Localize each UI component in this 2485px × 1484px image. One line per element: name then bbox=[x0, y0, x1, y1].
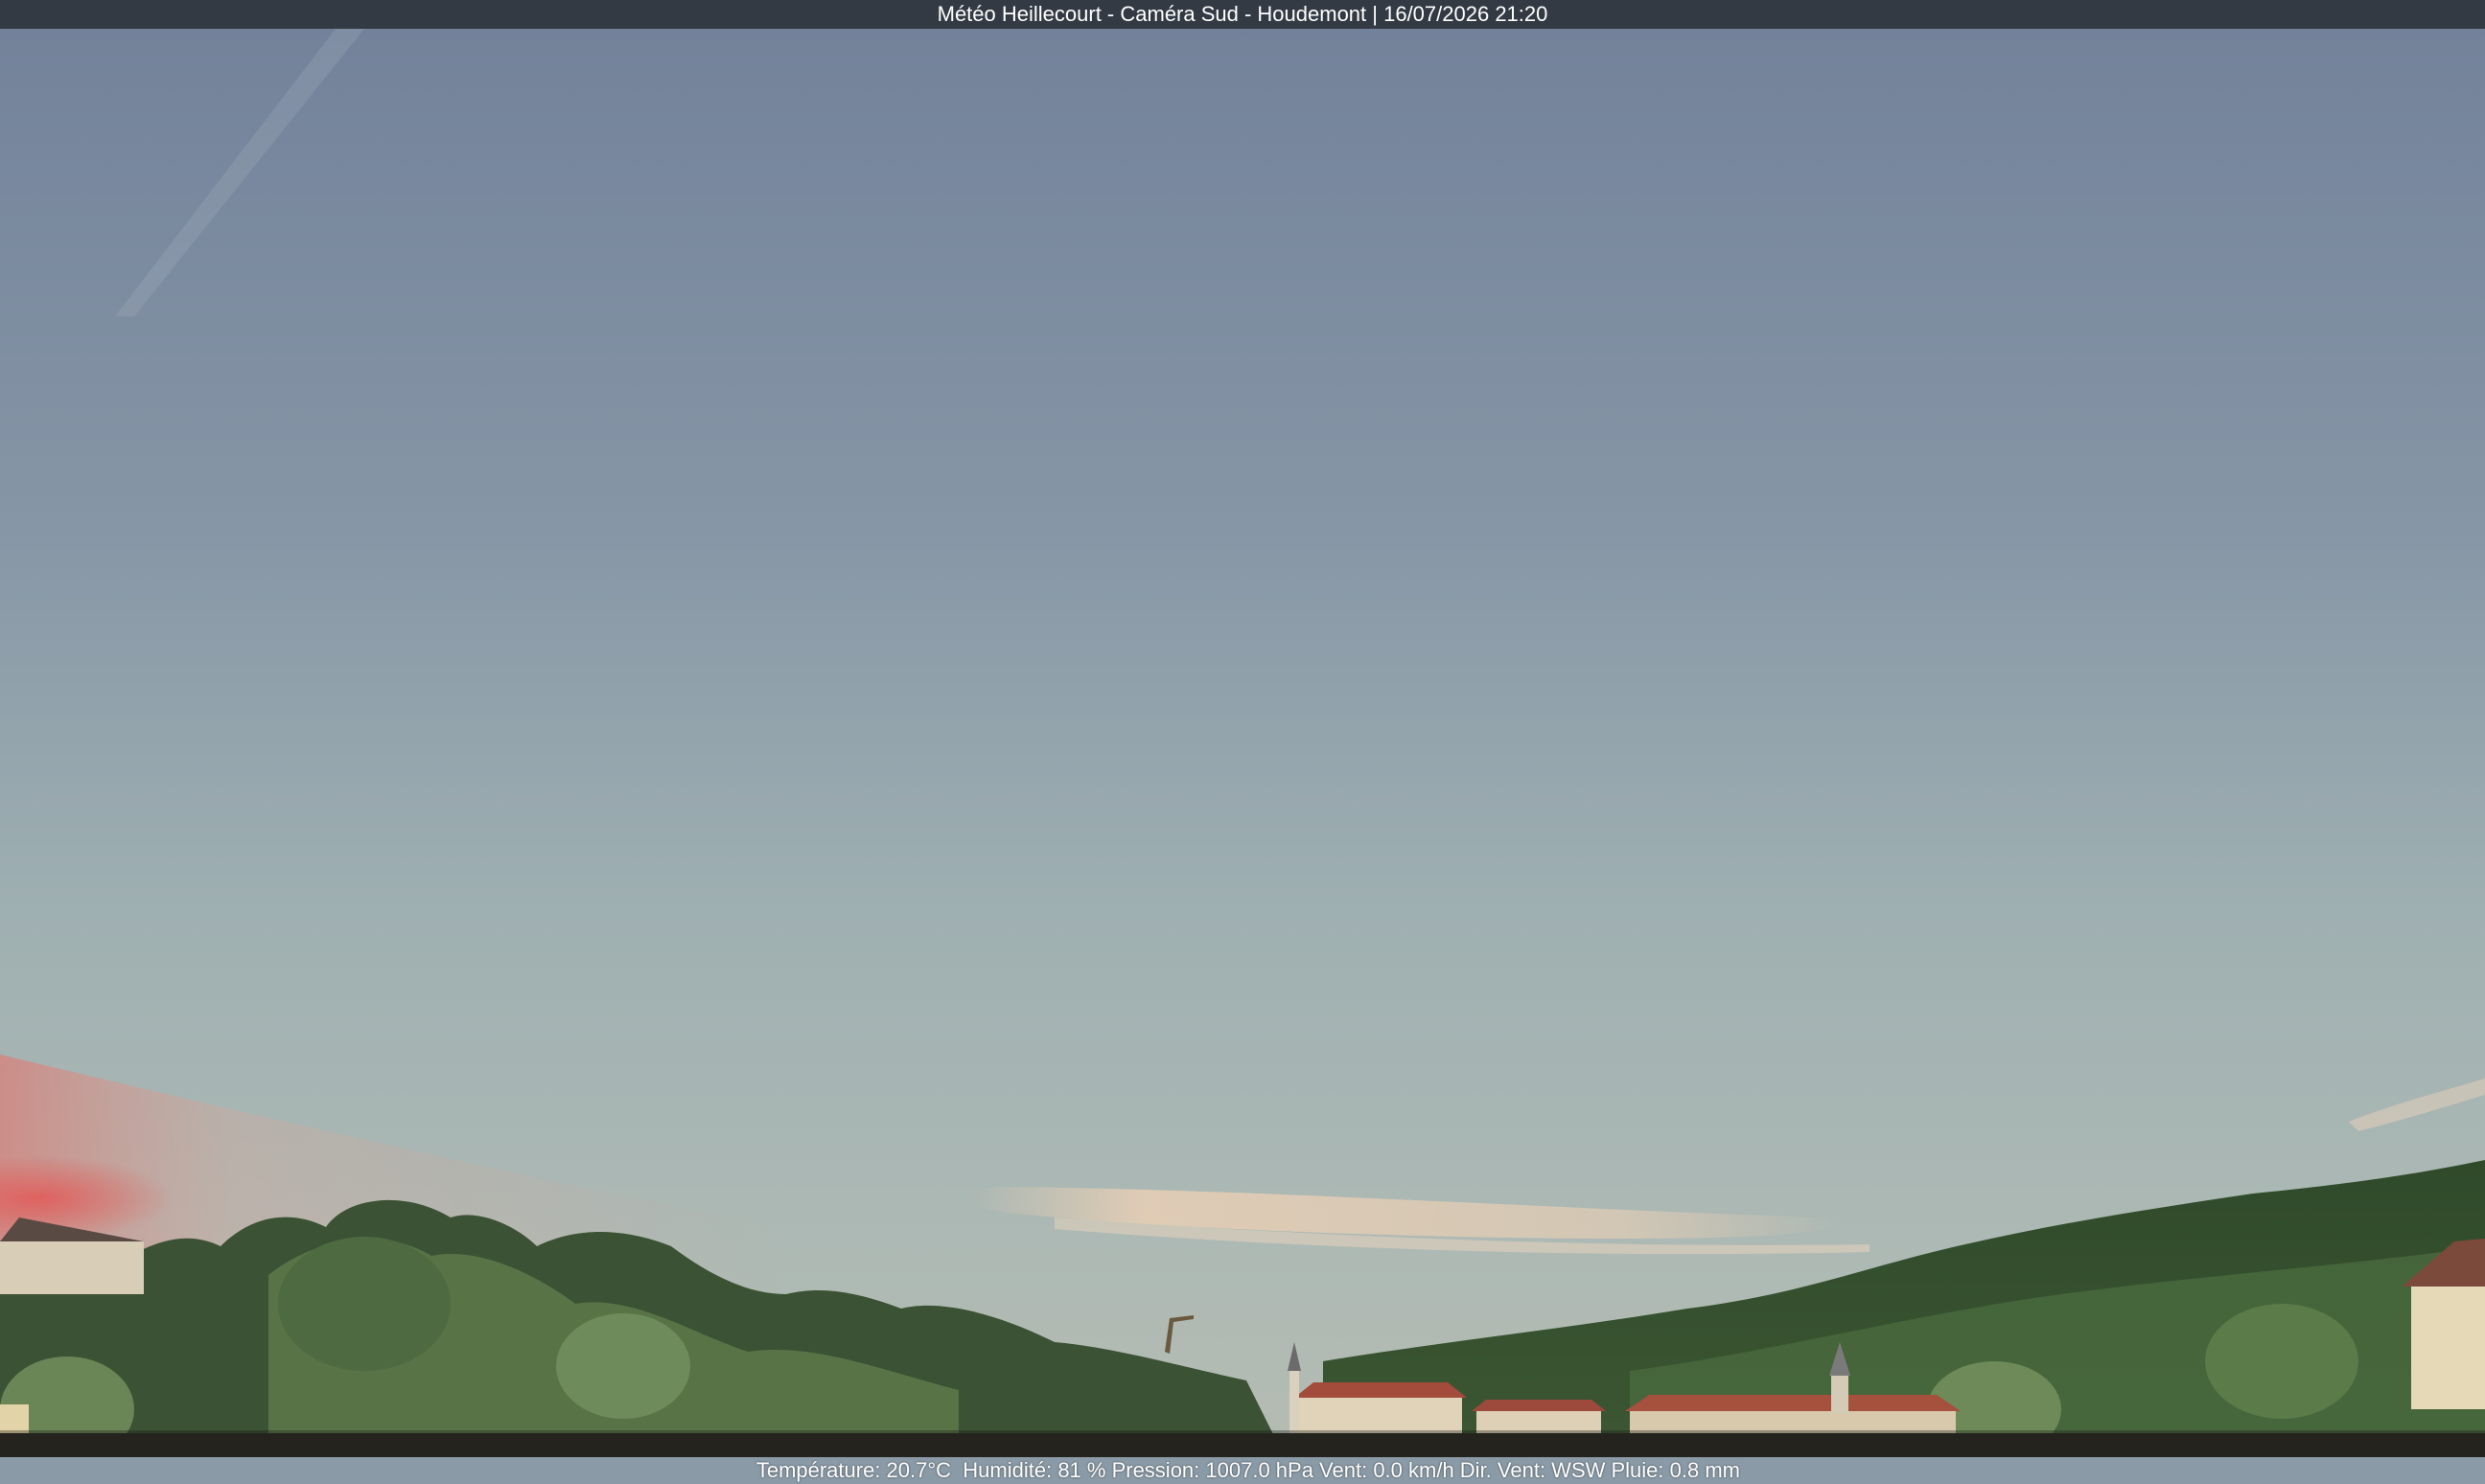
tree-crown bbox=[556, 1313, 690, 1419]
building-roof-top bbox=[1625, 1395, 1961, 1411]
webcam-image bbox=[0, 29, 2485, 1457]
church-tower bbox=[1289, 1371, 1299, 1438]
weather-readout: Température: 20.7°C Humidité: 81 % Press… bbox=[755, 1458, 1740, 1482]
camera-title: Météo Heillecourt - Caméra Sud - Houdemo… bbox=[937, 2, 1548, 26]
tree-crown bbox=[2205, 1304, 2358, 1419]
house-right bbox=[2411, 1285, 2485, 1409]
building-red-roof-top bbox=[1294, 1382, 1467, 1398]
church-tower-right bbox=[1831, 1376, 1848, 1414]
house-left bbox=[0, 1241, 144, 1294]
camera-title-bar: Météo Heillecourt - Caméra Sud - Houdemo… bbox=[0, 0, 2485, 29]
weather-readout-bar: Température: 20.7°C Humidité: 81 % Press… bbox=[0, 1430, 2485, 1482]
tree-crown bbox=[278, 1237, 451, 1371]
building-roof-top bbox=[1472, 1400, 1606, 1411]
